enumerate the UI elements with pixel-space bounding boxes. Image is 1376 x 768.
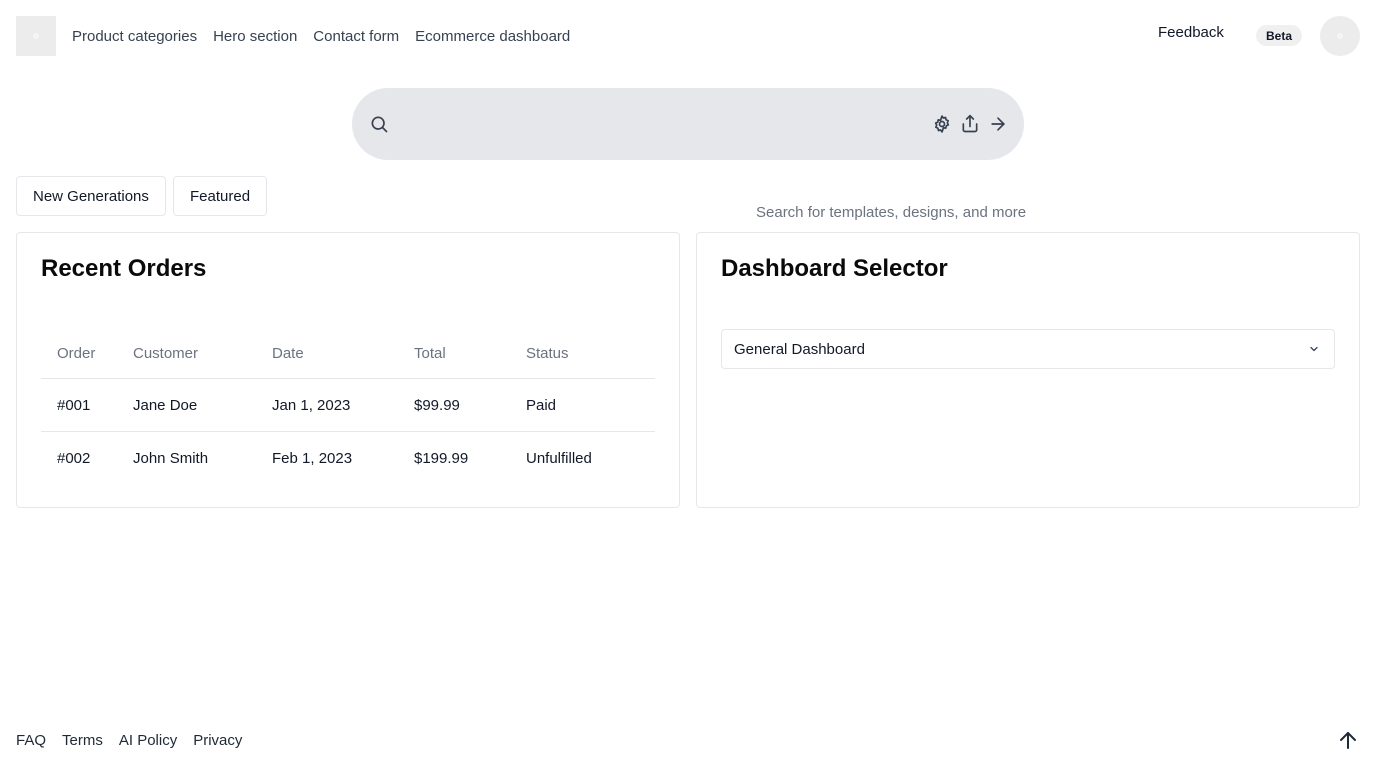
- recent-orders-title: Recent Orders: [41, 255, 207, 282]
- dashboard-selector-card: Dashboard Selector General Dashboard: [696, 232, 1360, 508]
- footer-privacy[interactable]: Privacy: [193, 732, 242, 749]
- order-id: #001: [57, 396, 91, 414]
- column-header: Date: [272, 345, 304, 362]
- settings-icon[interactable]: [932, 114, 952, 134]
- dashboard-select-value: General Dashboard: [734, 340, 865, 358]
- tab-new-generations[interactable]: New Generations: [16, 176, 166, 216]
- nav-ecommerce-dashboard[interactable]: Ecommerce dashboard: [415, 28, 570, 45]
- dashboard-select[interactable]: General Dashboard: [721, 329, 1335, 369]
- order-status: Paid: [526, 396, 557, 414]
- order-date: Feb 1, 2023: [272, 450, 353, 467]
- beta-badge: Beta: [1256, 25, 1303, 46]
- column-header: Customer: [133, 345, 199, 362]
- dashboard-selector-title: Dashboard Selector: [721, 255, 948, 282]
- table-header: Order Customer Date Total Status: [41, 329, 655, 379]
- search-input[interactable]: [744, 194, 1278, 230]
- upload-icon[interactable]: [960, 114, 980, 134]
- order-id: #002: [57, 450, 91, 467]
- arrow-right-icon[interactable]: [988, 114, 1008, 134]
- nav-hero-section[interactable]: Hero section: [213, 28, 297, 45]
- arrow-up-icon[interactable]: [1336, 728, 1360, 752]
- top-header: Product categories Hero section Contact …: [0, 0, 1376, 72]
- search-bar: [352, 88, 1278, 230]
- customer-name: Jane Doe: [133, 396, 198, 414]
- column-header: Total: [414, 345, 446, 362]
- avatar-dot: [1337, 33, 1343, 39]
- order-total: $199.99: [414, 450, 469, 467]
- footer-links: FAQ Terms AI Policy Privacy: [16, 728, 242, 752]
- table-row[interactable]: #002 John Smith Feb 1, 2023 $199.99 Unfu…: [41, 432, 655, 485]
- recent-orders-card: Recent Orders Order Customer Date Total …: [16, 232, 680, 508]
- nav-product-categories[interactable]: Product categories: [72, 28, 197, 45]
- customer-name: John Smith: [133, 450, 209, 467]
- logo[interactable]: [16, 16, 56, 56]
- orders-table: Order Customer Date Total Status #001 Ja…: [41, 329, 655, 485]
- order-total: $99.99: [414, 396, 460, 414]
- logo-dot: [33, 33, 39, 39]
- table-row[interactable]: #001 Jane Doe Jan 1, 2023 $99.99 Paid: [41, 379, 655, 432]
- feedback-link[interactable]: Feedback: [1158, 24, 1224, 41]
- chevron-down-icon: [1310, 346, 1318, 352]
- column-header: Order: [57, 345, 96, 362]
- footer-ai-policy[interactable]: AI Policy: [119, 732, 177, 749]
- tab-featured[interactable]: Featured: [173, 176, 268, 216]
- nav-contact-form[interactable]: Contact form: [313, 28, 399, 45]
- footer-terms[interactable]: Terms: [62, 732, 103, 749]
- main-nav: Product categories Hero section Contact …: [72, 0, 570, 72]
- order-date: Jan 1, 2023: [272, 396, 351, 414]
- search-icon: [371, 116, 388, 133]
- order-status: Unfulfilled: [526, 450, 592, 467]
- column-header: Status: [526, 345, 569, 362]
- avatar[interactable]: [1320, 16, 1360, 56]
- footer-faq[interactable]: FAQ: [16, 732, 46, 749]
